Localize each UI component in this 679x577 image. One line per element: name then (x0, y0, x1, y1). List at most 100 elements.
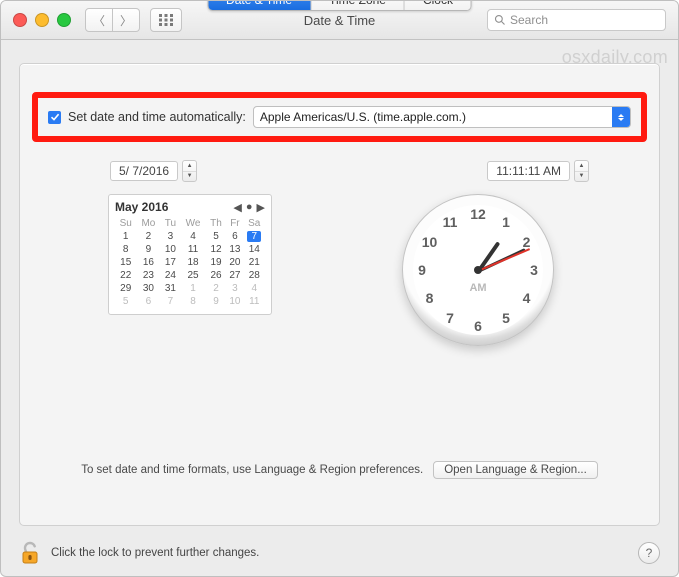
show-all-button[interactable] (150, 8, 182, 32)
clock-ampm: AM (469, 282, 486, 294)
calendar-day[interactable]: 6 (226, 230, 243, 243)
date-stepper[interactable]: ▲▼ (182, 160, 197, 182)
date-time-fields: 5/ 7/2016 ▲▼ 11:11:11 AM ▲▼ (110, 160, 589, 182)
clock-number: 9 (418, 262, 426, 278)
calendar-day[interactable]: 8 (180, 295, 205, 308)
auto-time-row: Set date and time automatically: Apple A… (32, 92, 647, 142)
back-button[interactable]: 〈 (85, 8, 113, 32)
clock-number: 6 (474, 318, 482, 334)
clock-number: 4 (523, 290, 531, 306)
calendar-day[interactable]: 5 (115, 295, 136, 308)
tab-segment: Date & Time Time Zone Clock (207, 0, 472, 11)
calendar-day[interactable]: 3 (226, 282, 243, 295)
formats-text: To set date and time formats, use Langua… (81, 464, 423, 476)
date-field[interactable]: 5/ 7/2016 (110, 161, 178, 181)
calendar-day[interactable]: 28 (244, 269, 265, 282)
formats-footer: To set date and time formats, use Langua… (20, 461, 659, 479)
calendar-day[interactable]: 25 (180, 269, 205, 282)
close-window-button[interactable] (13, 13, 27, 27)
calendar-prev-icon[interactable]: ◀ (233, 201, 241, 214)
calendar-day[interactable]: 1 (180, 282, 205, 295)
search-icon (494, 14, 506, 26)
clock-number: 12 (470, 206, 486, 222)
calendar-day[interactable]: 7 (244, 230, 265, 243)
content-panel: Set date and time automatically: Apple A… (19, 63, 660, 526)
calendar-day[interactable]: 1 (115, 230, 136, 243)
calendar-month: May 2016 (115, 200, 168, 214)
calendar-day[interactable]: 7 (160, 295, 180, 308)
calendar-day[interactable]: 23 (136, 269, 160, 282)
open-language-region-button[interactable]: Open Language & Region... (433, 461, 598, 479)
chevron-right-icon: 〉 (120, 12, 132, 29)
tab-clock[interactable]: Clock (404, 0, 471, 10)
tab-date-time[interactable]: Date & Time (208, 0, 310, 10)
time-server-combo[interactable]: Apple Americas/U.S. (time.apple.com.) (253, 106, 631, 128)
check-icon (50, 112, 60, 122)
time-field-group: 11:11:11 AM ▲▼ (487, 160, 589, 182)
search-input[interactable]: Search (487, 9, 666, 31)
calendar-nav: ◀ ● ▶ (233, 201, 265, 214)
calendar-day[interactable]: 2 (206, 282, 227, 295)
calendar-day[interactable]: 22 (115, 269, 136, 282)
calendar-day[interactable]: 30 (136, 282, 160, 295)
calendar-day[interactable]: 14 (244, 243, 265, 256)
lock-text: Click the lock to prevent further change… (51, 547, 259, 559)
calendar-day[interactable]: 8 (115, 243, 136, 256)
auto-time-label: Set date and time automatically: (68, 110, 246, 124)
bottom-bar: Click the lock to prevent further change… (19, 540, 660, 566)
calendar-day[interactable]: 18 (180, 256, 205, 269)
calendar-day[interactable]: 15 (115, 256, 136, 269)
minimize-window-button[interactable] (35, 13, 49, 27)
lock-button[interactable] (19, 540, 41, 566)
calendar-next-icon[interactable]: ▶ (257, 201, 265, 214)
clock-number: 11 (443, 214, 458, 230)
calendar-day[interactable]: 16 (136, 256, 160, 269)
combo-arrow-icon (612, 107, 630, 127)
calendar[interactable]: May 2016 ◀ ● ▶ SuMoTuWeThFrSa 1234567891… (108, 194, 272, 315)
time-field[interactable]: 11:11:11 AM (487, 161, 570, 181)
calendar-day[interactable]: 27 (226, 269, 243, 282)
calendar-day[interactable]: 11 (180, 243, 205, 256)
tab-time-zone[interactable]: Time Zone (310, 0, 404, 10)
calendar-day[interactable]: 11 (244, 295, 265, 308)
clock-pin (474, 266, 482, 274)
calendar-day[interactable]: 4 (180, 230, 205, 243)
calendar-day[interactable]: 21 (244, 256, 265, 269)
calendar-day[interactable]: 10 (226, 295, 243, 308)
calendar-day[interactable]: 19 (206, 256, 227, 269)
analog-clock: 121234567891011 AM (402, 194, 554, 346)
nav-buttons: 〈 〉 (85, 8, 140, 32)
calendar-day[interactable]: 13 (226, 243, 243, 256)
calendar-day[interactable]: 9 (136, 243, 160, 256)
zoom-window-button[interactable] (57, 13, 71, 27)
calendar-day[interactable]: 4 (244, 282, 265, 295)
clock-number: 5 (502, 310, 510, 326)
clock-number: 1 (502, 214, 510, 230)
calendar-day[interactable]: 29 (115, 282, 136, 295)
help-icon: ? (646, 546, 653, 560)
calendar-day[interactable]: 17 (160, 256, 180, 269)
calendar-day[interactable]: 31 (160, 282, 180, 295)
clock-number: 3 (530, 262, 538, 278)
calendar-day[interactable]: 20 (226, 256, 243, 269)
calendar-day[interactable]: 26 (206, 269, 227, 282)
forward-button[interactable]: 〉 (113, 8, 140, 32)
calendar-day[interactable]: 24 (160, 269, 180, 282)
time-server-value: Apple Americas/U.S. (time.apple.com.) (254, 110, 612, 124)
time-stepper[interactable]: ▲▼ (574, 160, 589, 182)
calendar-grid: SuMoTuWeThFrSa 1234567891011121314151617… (115, 217, 265, 308)
help-button[interactable]: ? (638, 542, 660, 564)
auto-time-checkbox[interactable] (48, 111, 61, 124)
calendar-day[interactable]: 5 (206, 230, 227, 243)
calendar-today-icon[interactable]: ● (246, 201, 253, 214)
clock-number: 10 (422, 234, 438, 250)
calendar-day[interactable]: 3 (160, 230, 180, 243)
calendar-day[interactable]: 12 (206, 243, 227, 256)
grid-icon (159, 14, 173, 26)
calendar-day[interactable]: 9 (206, 295, 227, 308)
window-controls (1, 13, 71, 27)
search-placeholder: Search (510, 13, 548, 27)
calendar-day[interactable]: 2 (136, 230, 160, 243)
calendar-day[interactable]: 6 (136, 295, 160, 308)
calendar-day[interactable]: 10 (160, 243, 180, 256)
